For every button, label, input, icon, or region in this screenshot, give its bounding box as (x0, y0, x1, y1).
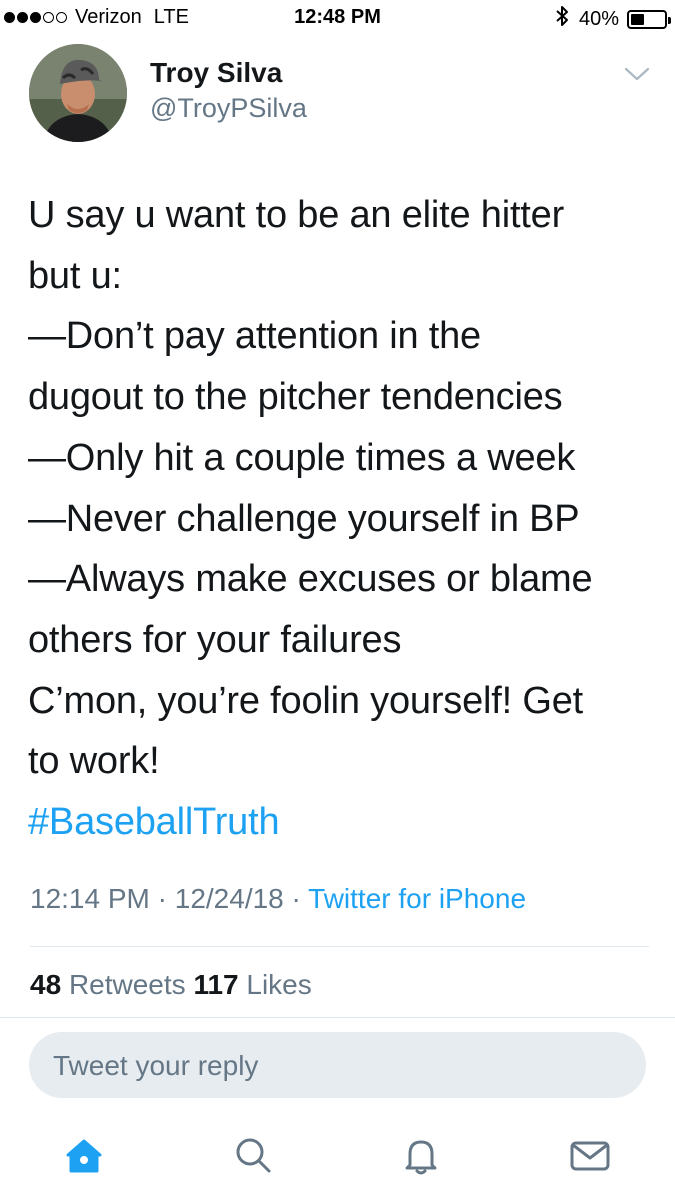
tweet-line: —Don’t pay attention in the (28, 315, 481, 358)
tweet-line: to work! (28, 740, 160, 783)
tweet-date: 12/24/18 (174, 883, 284, 914)
messages-icon[interactable] (568, 1133, 612, 1177)
reply-input[interactable]: Tweet your reply (29, 1032, 646, 1098)
retweets-count: 48 (30, 969, 62, 1000)
avatar[interactable] (29, 44, 127, 142)
likes-stat[interactable]: 117 Likes (193, 969, 311, 1000)
likes-label: Likes (246, 969, 312, 1000)
battery-icon (627, 9, 671, 29)
status-right: 40% (555, 5, 671, 33)
tweet-stats: 48 Retweets 117 Likes (30, 969, 312, 1001)
reply-placeholder: Tweet your reply (53, 1050, 259, 1081)
chevron-down-icon[interactable] (624, 64, 650, 84)
tweet-source-link[interactable]: Twitter for iPhone (308, 883, 526, 914)
divider (30, 946, 649, 947)
tweet-line: U say u want to be an elite hitter (28, 194, 565, 236)
tab-bar (0, 1117, 675, 1200)
likes-count: 117 (193, 969, 239, 1000)
status-bar: Verizon LTE 12:48 PM 40% (0, 0, 675, 36)
notifications-icon[interactable] (399, 1133, 443, 1177)
tweet-meta: 12:14 PM · 12/24/18 · Twitter for iPhone (30, 883, 526, 915)
tweet-line: dugout to the pitcher tendencies (28, 376, 563, 419)
tweet-time: 12:14 PM (30, 883, 150, 914)
author-handle[interactable]: @TroyPSilva (150, 93, 307, 124)
meta-separator: · (291, 883, 301, 914)
search-icon[interactable] (231, 1133, 275, 1177)
tweet-line: C’mon, you’re foolin yourself! Get (28, 679, 583, 722)
divider (0, 1017, 675, 1018)
battery-percent: 40% (578, 7, 619, 30)
hashtag-link[interactable]: #BaseballTruth (28, 792, 658, 853)
tweet-line: —Only hit a couple times a week (28, 436, 576, 479)
retweets-stat[interactable]: 48 Retweets (30, 969, 186, 1000)
tweet-line: but u: (28, 254, 122, 297)
tweet-text: U say u want to be an elite hitter but u… (28, 185, 658, 853)
tweet-line: —Always make excuses or blame (28, 558, 593, 601)
tweet-line: others for your failures (28, 618, 402, 661)
meta-separator: · (157, 883, 167, 914)
bluetooth-icon (555, 5, 569, 33)
retweets-label: Retweets (68, 969, 186, 1000)
home-icon[interactable] (62, 1133, 106, 1177)
tweet-line: —Never challenge yourself in BP (28, 497, 580, 540)
author-name[interactable]: Troy Silva (150, 57, 282, 89)
